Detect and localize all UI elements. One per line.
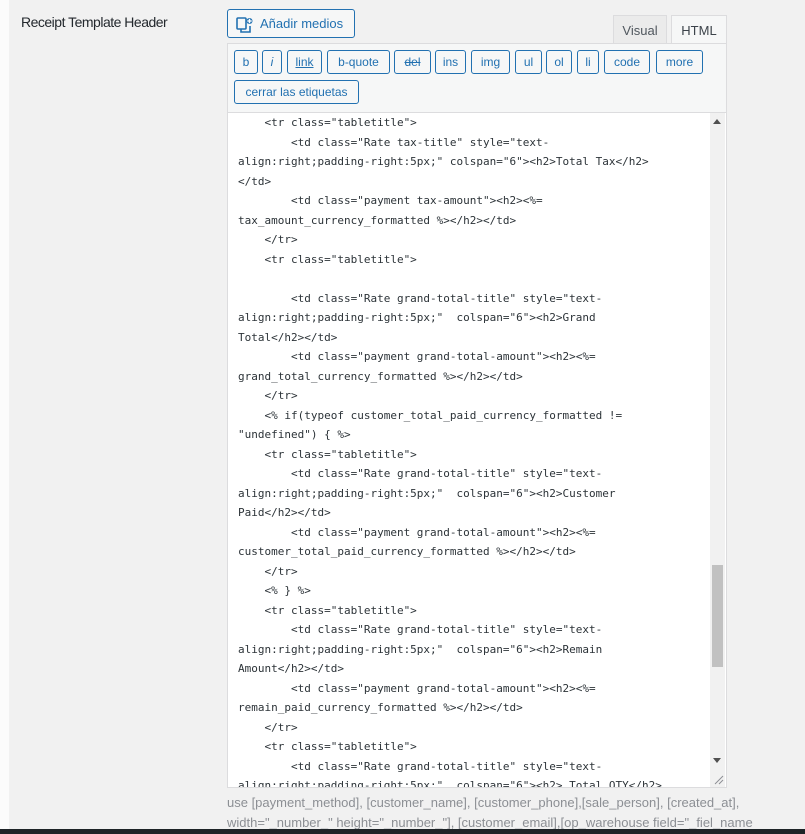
code-line: <td class="payment grand-total-amount"><… [238,681,596,695]
field-description-line-1: use [payment_method], [customer_name], [… [227,795,740,810]
editor-scrollbar[interactable] [710,113,725,787]
qt-ul-button[interactable]: ul [515,50,542,74]
tab-visual[interactable]: Visual [613,15,667,44]
bottom-bar [0,829,805,834]
code-line: customer_total_paid_currency_formatted %… [238,545,576,558]
scrollbar-thumb[interactable] [712,565,723,667]
tab-html[interactable]: HTML [671,15,727,45]
code-line: <tr class="tabletitle"> [238,740,417,753]
code-line: align:right;padding-right:5px;" colspan=… [238,311,596,324]
code-line: <% } %> [238,584,311,597]
qt-del-button[interactable]: del [394,50,431,74]
qt-close-tags-button[interactable]: cerrar las etiquetas [234,80,359,104]
html-editor-textarea[interactable]: <tr class="tabletitle"> <td class="Rate … [227,112,727,788]
code-line: Paid</h2></td> [238,506,331,519]
code-line: "undefined") { %> [238,428,351,441]
qt-li-button[interactable]: li [577,50,599,74]
field-label: Receipt Template Header [21,14,168,30]
quicktags-toolbar: b i link b-quote del ins img ul ol li co… [227,43,727,113]
scroll-up-icon[interactable] [713,119,721,124]
qt-bold-button[interactable]: b [234,50,258,74]
code-line: <tr class="tabletitle"> [238,603,417,617]
code-line: <tr class="tabletitle"> [238,116,417,129]
code-line: <td class="payment grand-total-amount"><… [238,525,596,539]
code-line: </tr> [238,564,298,578]
code-line: <td class="Rate grand-total-title" style… [238,467,603,480]
add-media-button[interactable]: Añadir medios [227,9,355,38]
code-line: remain_paid_currency_formatted %></h2></… [238,701,523,714]
qt-blockquote-button[interactable]: b-quote [327,50,390,74]
resize-handle-icon[interactable] [714,775,724,785]
qt-img-button[interactable]: img [471,50,510,74]
code-line: <td class="Rate tax-title" style="text- [238,135,550,149]
code-line: tax_amount_currency_formatted %></h2></t… [238,213,517,227]
qt-ins-button[interactable]: ins [435,50,466,74]
code-line: Amount</h2></td> [238,662,344,675]
code-line: <td class="Rate grand-total-title" style… [238,759,603,773]
code-line: grand_total_currency_formatted %></h2></… [238,369,523,383]
code-line: <tr class="tabletitle"> [238,447,417,461]
code-line: <tr class="tabletitle"> [238,252,417,266]
settings-panel: Receipt Template Header Añadir medios Vi… [0,0,805,834]
field-description: use [payment_method], [customer_name], [… [227,793,805,833]
code-line: </tr> [238,389,298,402]
add-media-label: Añadir medios [260,16,344,31]
scroll-down-icon[interactable] [713,758,721,763]
qt-link-button[interactable]: link [287,50,322,74]
code-line: </tr> [238,720,298,734]
code-line: <% if(typeof customer_total_paid_currenc… [238,408,623,422]
code-line: <td class="Rate grand-total-title" style… [238,291,603,305]
code-line: </tr> [238,233,298,246]
qt-code-button[interactable]: code [604,50,650,74]
code-line: align:right;padding-right:5px;" colspan=… [238,779,662,788]
qt-ol-button[interactable]: ol [546,50,572,74]
qt-more-button[interactable]: more [656,50,703,74]
code-line: align:right;padding-right:5px;" colspan=… [238,155,649,168]
code-line: align:right;padding-right:5px;" colspan=… [238,486,616,500]
code-line: <td class="payment grand-total-amount"><… [238,350,596,363]
code-line: </td> [238,174,272,188]
code-line: <td class="Rate grand-total-title" style… [238,623,603,636]
qt-italic-button[interactable]: i [262,50,282,74]
code-line: align:right;padding-right:5px;" colspan=… [238,642,603,656]
editor-content: <tr class="tabletitle"> <td class="Rate … [238,113,714,788]
code-line: <td class="payment tax-amount"><h2><%= [238,194,543,207]
add-media-icon [236,16,253,33]
code-line: Total</h2></td> [238,330,338,344]
